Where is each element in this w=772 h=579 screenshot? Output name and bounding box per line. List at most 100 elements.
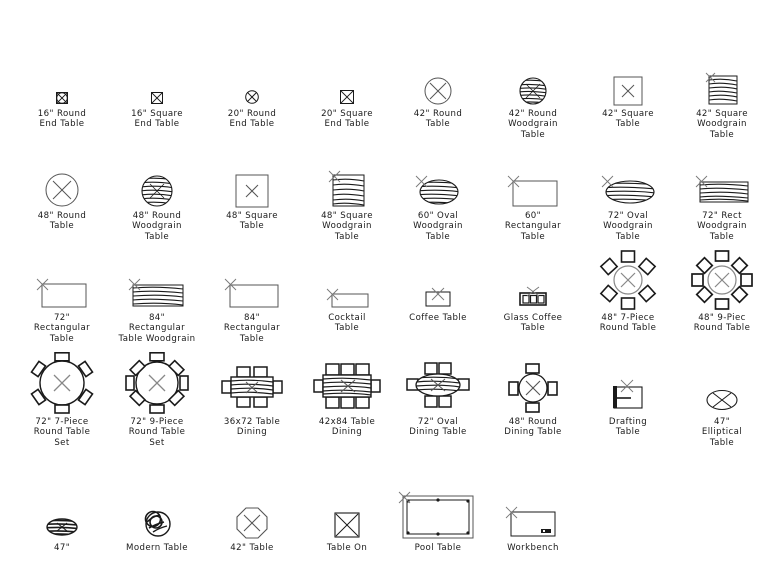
square-end-table-16-icon	[109, 58, 205, 106]
block-item[interactable]: 84" Rectangular Table Woodgrain	[109, 262, 205, 344]
block-label: 48" 9-Piec Round Table	[693, 313, 751, 334]
octagon-table-42-icon	[204, 492, 300, 540]
block-label: 48" Round Woodgrain Table	[132, 211, 182, 242]
block-label: 36x72 Table Dining	[223, 417, 281, 438]
block-item[interactable]: 84" Rectangular Table	[204, 262, 300, 344]
oval-dining-table-72-icon	[390, 362, 486, 414]
block-label: 72" 9-Piece Round Table Set	[128, 417, 186, 448]
block-label: Drafting Table	[608, 417, 648, 438]
block-item[interactable]: Table On	[299, 492, 395, 553]
glass-coffee-table-icon	[485, 262, 581, 310]
block-item[interactable]: 72" 9-Piece Round Table Set	[109, 352, 205, 448]
block-item[interactable]: Coffee Table	[390, 262, 486, 323]
block-item[interactable]: Drafting Table	[580, 366, 676, 438]
block-item[interactable]: 20" Square End Table	[299, 58, 395, 130]
elliptical-table-47-icon	[674, 366, 770, 414]
block-item[interactable]: Pool Table	[390, 491, 486, 553]
block-item[interactable]: 48" Square Woodgrain Table	[299, 160, 395, 242]
block-label: 48" Square Table	[226, 211, 278, 232]
block-label: 72" Oval Dining Table	[409, 417, 467, 438]
round-table-set-7-piece-72-icon	[14, 352, 110, 414]
block-item[interactable]: 42" Table	[204, 492, 300, 553]
block-label: 48" 7-Piece Round Table	[599, 313, 657, 334]
coffee-table-icon	[390, 262, 486, 310]
block-label: 72" 7-Piece Round Table Set	[33, 417, 91, 448]
block-item[interactable]: 48" Square Table	[204, 160, 300, 232]
rectangular-woodgrain-table-84-icon	[109, 262, 205, 310]
block-label: 47" Elliptical Table	[701, 417, 743, 448]
block-item[interactable]: 42" Square Woodgrain Table	[674, 58, 770, 140]
rect-woodgrain-table-72-icon	[674, 160, 770, 208]
block-item[interactable]: 48" Round Dining Table	[485, 363, 581, 438]
block-label: 42" Round Woodgrain Table	[508, 109, 558, 140]
block-label: 20" Round End Table	[227, 109, 277, 130]
block-item[interactable]: 60" Rectangular Table	[485, 160, 581, 242]
block-label: Cocktail Table	[328, 313, 366, 334]
square-table-48-icon	[204, 160, 300, 208]
modern-table-icon	[109, 492, 205, 540]
table-on-icon	[299, 492, 395, 540]
dining-table-42x84-icon	[299, 363, 395, 414]
round-table-set-9-piece-72-icon	[109, 352, 205, 414]
block-label: 20" Square End Table	[321, 109, 373, 130]
block-label: 48" Square Woodgrain Table	[321, 211, 373, 242]
block-item[interactable]: 48" 9-Piec Round Table	[674, 250, 770, 334]
block-label: 42" Square Table	[602, 109, 654, 130]
block-label: Glass Coffee Table	[503, 313, 563, 334]
block-item[interactable]: 72" Oval Woodgrain Table	[580, 160, 676, 242]
block-item[interactable]: 72" Rectangular Table	[14, 262, 110, 344]
block-item[interactable]: 60" Oval Woodgrain Table	[390, 160, 486, 242]
block-item[interactable]: 72" Oval Dining Table	[390, 362, 486, 438]
square-woodgrain-table-48-icon	[299, 160, 395, 208]
block-label: 42" Table	[230, 543, 274, 553]
block-label: 72" Rect Woodgrain Table	[697, 211, 747, 242]
block-label: 48" Round Dining Table	[504, 417, 562, 438]
block-item[interactable]: Modern Table	[109, 492, 205, 553]
block-label: 72" Oval Woodgrain Table	[603, 211, 653, 242]
block-item[interactable]: 48" Round Table	[14, 160, 110, 232]
workbench-icon	[485, 492, 581, 540]
block-item[interactable]: 48" 7-Piece Round Table	[580, 250, 676, 334]
block-item[interactable]: Cocktail Table	[299, 262, 395, 334]
rectangular-table-60-icon	[485, 160, 581, 208]
block-label: Pool Table	[414, 543, 462, 553]
drafting-table-icon	[580, 366, 676, 414]
block-item[interactable]: 42x84 Table Dining	[299, 363, 395, 438]
block-item[interactable]: 16" Square End Table	[109, 58, 205, 130]
round-end-table-20-icon	[204, 58, 300, 106]
oval-woodgrain-table-60-icon	[390, 160, 486, 208]
block-label: 84" Rectangular Table Woodgrain	[118, 313, 196, 344]
block-item[interactable]: Glass Coffee Table	[485, 262, 581, 334]
block-label: 42x84 Table Dining	[318, 417, 376, 438]
block-item[interactable]: 36x72 Table Dining	[204, 366, 300, 438]
cad-block-sheet: 16" Round End Table 16" Square End Table…	[0, 0, 772, 579]
block-item[interactable]: Workbench	[485, 492, 581, 553]
round-table-48-icon	[14, 160, 110, 208]
block-label: 42" Square Woodgrain Table	[696, 109, 748, 140]
block-item[interactable]: 16" Round End Table	[14, 58, 110, 130]
block-label: Table On	[326, 543, 368, 553]
block-item[interactable]: 72" 7-Piece Round Table Set	[14, 352, 110, 448]
block-label: 84" Rectangular Table	[223, 313, 281, 344]
block-label: 60" Oval Woodgrain Table	[413, 211, 463, 242]
block-item[interactable]: 42" Round Table	[390, 58, 486, 130]
block-label: 16" Square End Table	[131, 109, 183, 130]
square-table-42-icon	[580, 58, 676, 106]
dining-table-36x72-icon	[204, 366, 300, 414]
square-woodgrain-table-42-icon	[674, 58, 770, 106]
block-item[interactable]: 42" Square Table	[580, 58, 676, 130]
block-item[interactable]: 47" Elliptical Table	[674, 366, 770, 448]
cocktail-table-icon	[299, 262, 395, 310]
block-item[interactable]: 47"	[14, 492, 110, 553]
square-end-table-20-icon	[299, 58, 395, 106]
block-item[interactable]: 20" Round End Table	[204, 58, 300, 130]
block-label: 72" Rectangular Table	[33, 313, 91, 344]
block-item[interactable]: 72" Rect Woodgrain Table	[674, 160, 770, 242]
block-item[interactable]: 48" Round Woodgrain Table	[109, 160, 205, 242]
rectangular-table-84-icon	[204, 262, 300, 310]
round-table-7-piece-48-icon	[580, 250, 676, 310]
rectangular-table-72-icon	[14, 262, 110, 310]
round-end-table-16-icon	[14, 58, 110, 106]
block-item[interactable]: 42" Round Woodgrain Table	[485, 58, 581, 140]
block-label: 47"	[53, 543, 71, 553]
